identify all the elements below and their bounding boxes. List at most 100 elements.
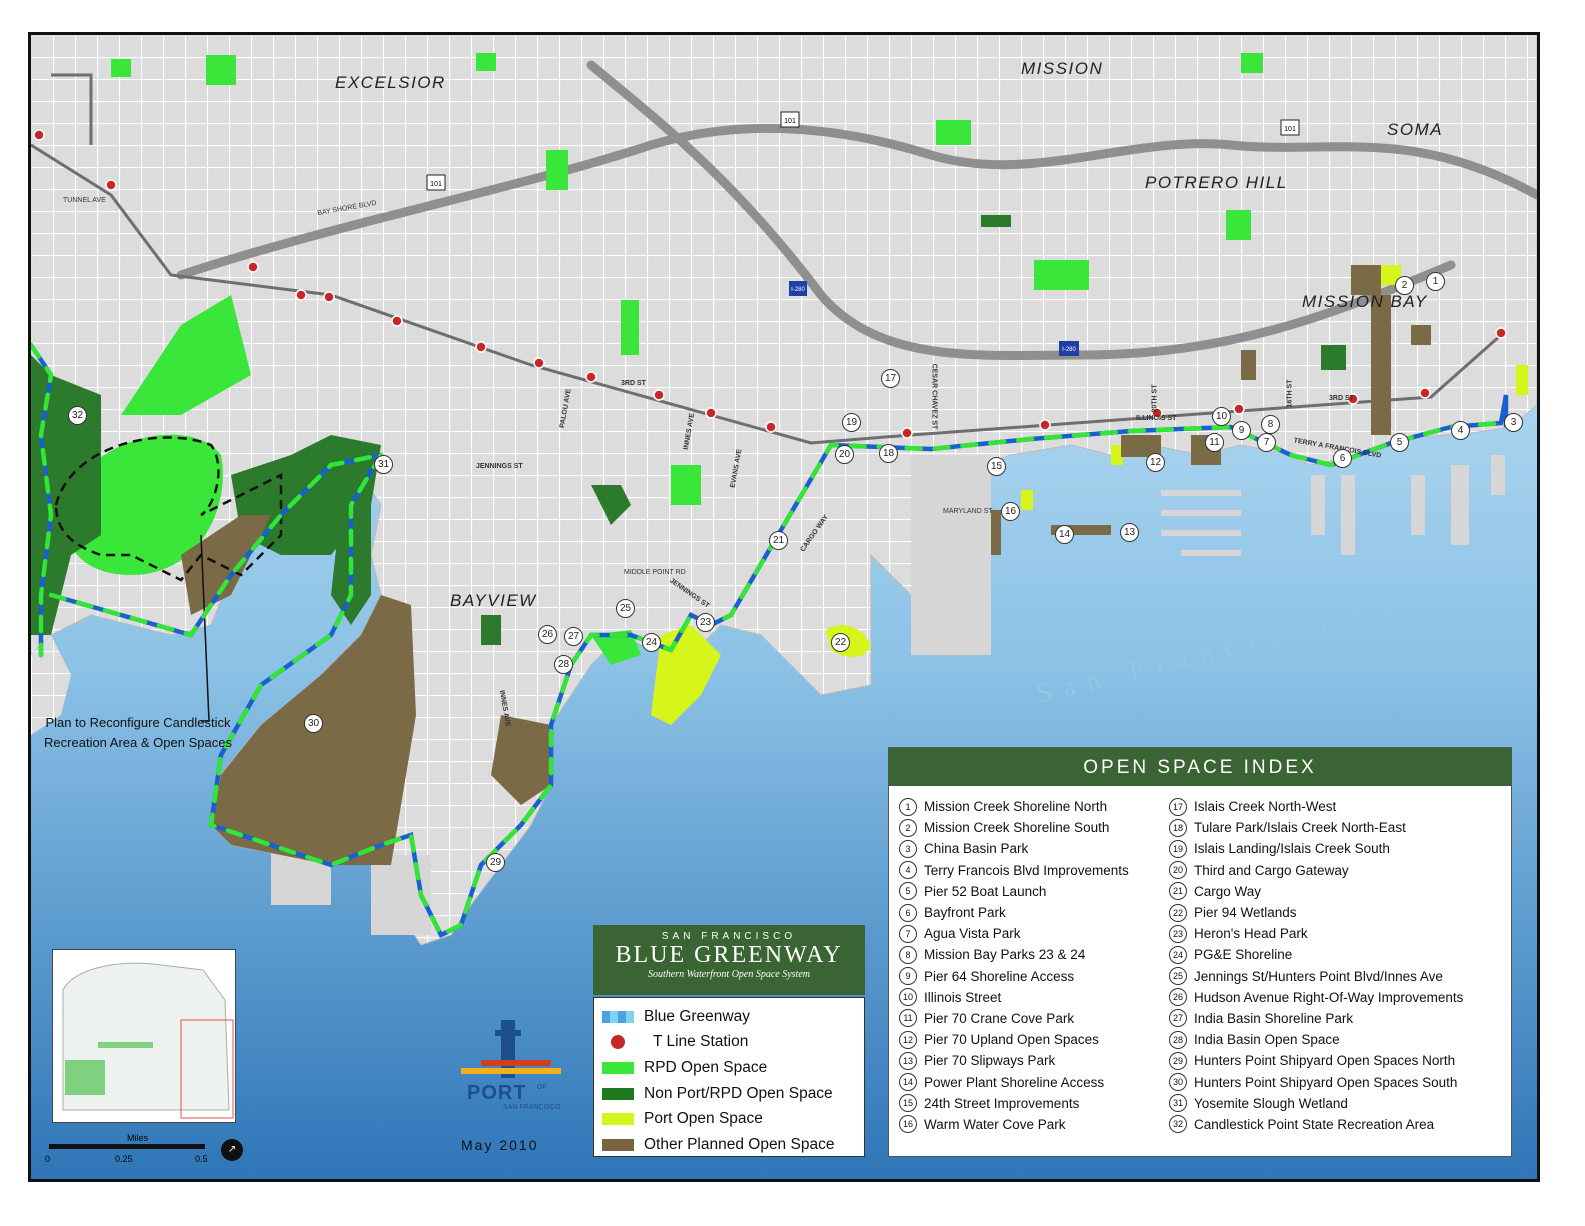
t-station-icon	[765, 421, 777, 433]
open-space-marker: 8	[1261, 415, 1280, 434]
hwy101-shield-1: 101	[780, 111, 800, 128]
locator-map	[52, 949, 236, 1123]
index-number: 32	[1169, 1115, 1187, 1134]
index-item: 16 Warm Water Cove Park	[899, 1114, 1129, 1135]
open-space-marker: 26	[538, 625, 557, 644]
index-item: 9 Pier 64 Shoreline Access	[899, 966, 1129, 987]
street-cesar-chavez: CESAR CHAVEZ ST	[930, 363, 938, 430]
t-station-icon	[295, 289, 307, 301]
index-item: 14 Power Plant Shoreline Access	[899, 1071, 1129, 1092]
legend-item: Blue Greenway	[602, 1004, 856, 1030]
legend-item: RPD Open Space	[602, 1055, 856, 1081]
index-label: Illinois Street	[924, 989, 1002, 1005]
index-number: 16	[899, 1115, 917, 1134]
legend: Blue Greenway T Line Station RPD Open Spac…	[593, 997, 865, 1157]
index-item: 17 Islais Creek North-West	[1169, 796, 1463, 817]
open-space-marker: 22	[831, 633, 850, 652]
index-number: 23	[1169, 924, 1187, 943]
label-potrero-hill: POTRERO HILL	[1145, 173, 1288, 192]
index-item: 7 Agua Vista Park	[899, 923, 1129, 944]
index-item: 20 Third and Cargo Gateway	[1169, 860, 1463, 881]
label-mission: MISSION	[1021, 59, 1104, 78]
index-label: PG&E Shoreline	[1194, 947, 1293, 963]
index-number: 21	[1169, 882, 1187, 901]
legend-item: Port Open Space	[602, 1106, 856, 1132]
open-space-marker: 32	[68, 406, 87, 425]
legend-item: Non Port/RPD Open Space	[602, 1081, 856, 1107]
t-station-icon	[1419, 387, 1431, 399]
index-item: 30 Hunters Point Shipyard Open Spaces Sou…	[1169, 1071, 1463, 1092]
index-number: 9	[899, 967, 917, 986]
index-item: 24 PG&E Shoreline	[1169, 944, 1463, 965]
i280-label: I-280	[1062, 347, 1076, 353]
open-space-marker: 4	[1451, 421, 1470, 440]
open-space-marker: 20	[835, 445, 854, 464]
open-space-marker: 1	[1426, 272, 1445, 291]
index-item: 4 Terry Francois Blvd Improvements	[899, 860, 1129, 881]
scale-unit: Miles	[127, 1133, 149, 1143]
open-space-index: OPEN SPACE INDEX 1 Mission Creek Shorelin…	[888, 747, 1512, 1157]
index-number: 6	[899, 903, 917, 922]
t-station-icon	[611, 1035, 625, 1050]
index-number: 11	[899, 1009, 917, 1028]
index-number: 13	[899, 1051, 917, 1070]
north-arrow-icon: ↗	[221, 1139, 243, 1161]
street-jennings: JENNINGS ST	[476, 463, 523, 470]
index-label: Heron's Head Park	[1194, 926, 1308, 942]
t-station-icon	[475, 341, 487, 353]
index-item: 23 Heron's Head Park	[1169, 923, 1463, 944]
index-number: 3	[899, 839, 917, 858]
legend-label: T Line Station	[653, 1033, 749, 1051]
i280-label: I-280	[791, 287, 805, 293]
index-label: Power Plant Shoreline Access	[924, 1074, 1105, 1090]
plan-note: Plan to Reconfigure Candlestick Recreati…	[44, 715, 232, 750]
index-number: 25	[1169, 967, 1187, 986]
index-column-2: 17 Islais Creek North-West 18 Tulare Park/I…	[1169, 796, 1463, 1135]
index-item: 10 Illinois Street	[899, 987, 1129, 1008]
open-space-marker: 7	[1257, 433, 1276, 452]
street-sixteenth: 16TH ST	[1286, 379, 1294, 408]
index-item: 25 Jennings St/Hunters Point Blvd/Innes A…	[1169, 966, 1463, 987]
t-station-icon	[1495, 327, 1507, 339]
index-column-1: 1 Mission Creek Shoreline North 2 Mission C…	[899, 796, 1129, 1135]
index-label: Yosemite Slough Wetland	[1194, 1095, 1348, 1111]
index-item: 2 Mission Creek Shoreline South	[899, 817, 1129, 838]
index-item: 32 Candlestick Point State Recreation Are…	[1169, 1114, 1463, 1135]
index-label: Warm Water Cove Park	[924, 1116, 1066, 1132]
index-item: 12 Pier 70 Upland Open Spaces	[899, 1029, 1129, 1050]
port-logo-of: OF	[537, 1084, 547, 1091]
index-item: 18 Tulare Park/Islais Creek North-East	[1169, 817, 1463, 838]
index-item: 15 24th Street Improvements	[899, 1093, 1129, 1114]
street-third-north: 3RD ST	[1329, 395, 1354, 402]
hwy101-shield-2: 101	[426, 174, 446, 191]
t-station-icon	[533, 357, 545, 369]
index-number: 8	[899, 945, 917, 964]
t-station-icon	[705, 407, 717, 419]
legend-label: RPD Open Space	[644, 1058, 768, 1076]
index-label: Cargo Way	[1194, 883, 1262, 899]
legend-item: Other Planned Open Space	[602, 1132, 856, 1158]
t-station-icon	[391, 315, 403, 327]
index-label: Mission Bay Parks 23 & 24	[924, 947, 1086, 963]
open-space-marker: 12	[1146, 453, 1165, 472]
index-item: 21 Cargo Way	[1169, 881, 1463, 902]
scale-tick-0: 0	[45, 1154, 51, 1164]
index-label: China Basin Park	[924, 841, 1029, 857]
street-middle-point: MIDDLE POINT RD	[624, 569, 686, 576]
index-item: 3 China Basin Park	[899, 838, 1129, 859]
label-bayview: BAYVIEW	[450, 591, 537, 610]
legend-swatch	[602, 1010, 634, 1023]
index-title: OPEN SPACE INDEX	[889, 748, 1511, 786]
scale-tick-1: 0.25	[115, 1154, 133, 1164]
ferry-building-icon	[461, 1020, 561, 1078]
index-label: Pier 70 Crane Cove Park	[924, 1010, 1075, 1026]
index-number: 2	[899, 818, 917, 837]
open-space-marker: 9	[1232, 421, 1251, 440]
label-mission-bay: MISSION BAY	[1302, 292, 1428, 311]
legend-label: Port Open Space	[644, 1110, 763, 1128]
t-station-icon	[33, 129, 45, 141]
index-label: Mission Creek Shoreline South	[924, 820, 1110, 836]
port-logo: PORT OF SAN FRANCISCO	[451, 1020, 571, 1120]
index-item: 27 India Basin Shoreline Park	[1169, 1008, 1463, 1029]
open-space-marker: 30	[304, 714, 323, 733]
